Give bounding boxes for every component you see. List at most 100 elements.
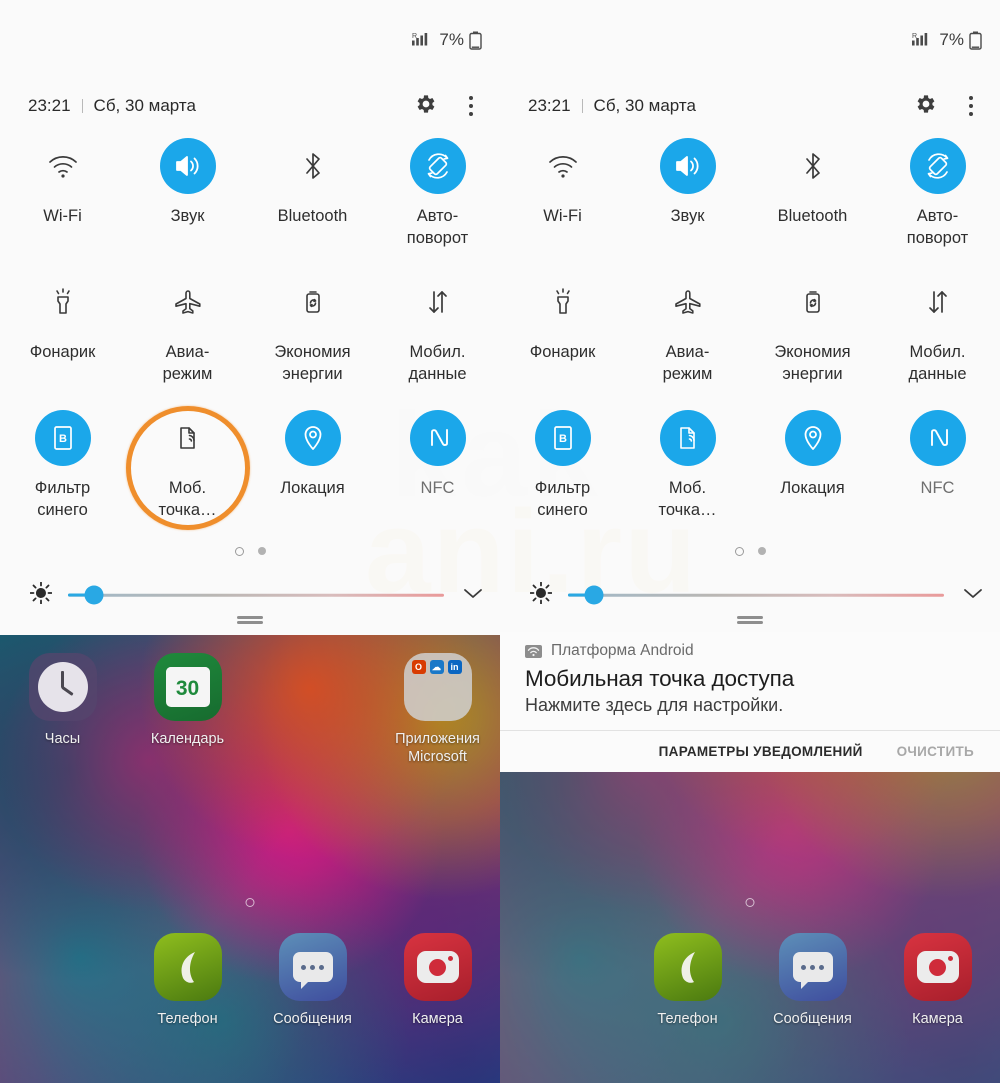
home-page-indicator[interactable] — [245, 898, 255, 907]
tile-flashlight[interactable]: Фонарик — [500, 268, 625, 404]
battery-percent-label: 7% — [439, 30, 464, 49]
notification-clear-button[interactable]: ОЧИСТИТЬ — [897, 744, 974, 759]
date-label: Сб, 30 марта — [93, 96, 196, 115]
tile-bluetooth[interactable]: Bluetooth — [250, 132, 375, 268]
slider-knob[interactable] — [584, 585, 604, 605]
hotspot-icon — [659, 410, 716, 466]
more-vertical-icon[interactable] — [960, 96, 982, 116]
tile-flashlight[interactable]: Фонарик — [0, 268, 125, 404]
tile-airplane-mode[interactable]: Авиа- режим — [625, 268, 750, 404]
tile-label: Авто- поворот — [406, 207, 469, 247]
app-messages[interactable]: Сообщения — [250, 933, 375, 1028]
tile-power-saving[interactable]: Экономия энергии — [750, 268, 875, 404]
hotspot-icon — [160, 410, 216, 466]
microsoft-apps-folder-icon: O ☁ in — [403, 653, 472, 721]
flashlight-icon — [35, 274, 91, 330]
page-dot-1[interactable] — [234, 546, 244, 556]
gear-icon[interactable] — [914, 92, 938, 121]
app-label: Часы — [44, 731, 81, 747]
wifi-icon — [535, 138, 591, 194]
app-camera[interactable]: Камера — [875, 933, 1000, 1028]
tile-mobile-data[interactable]: Мобил. данные — [875, 268, 1000, 404]
tile-airplane-mode[interactable]: Авиа- режим — [125, 268, 250, 404]
app-phone[interactable]: Телефон — [125, 933, 250, 1028]
app-microsoft-folder[interactable]: O ☁ in Приложения Microsoft — [375, 653, 500, 766]
app-slot-empty — [250, 653, 375, 766]
tile-auto-rotate[interactable]: Авто- поворот — [375, 132, 500, 268]
quick-settings-tiles-right: Wi-Fi Звук Bluetooth Авто- поворот Фонар… — [500, 132, 1000, 540]
page-dot-1[interactable] — [734, 546, 744, 556]
app-label: Телефон — [657, 1011, 718, 1027]
phone-app-icon — [653, 933, 722, 1001]
page-dot-2[interactable] — [757, 547, 766, 555]
bluetooth-icon — [285, 138, 341, 194]
chevron-down-icon[interactable] — [962, 586, 984, 605]
tile-blue-light-filter[interactable]: В Фильтр синего — [0, 404, 125, 540]
svg-text:В: В — [559, 433, 567, 445]
app-slot-empty — [500, 933, 625, 1028]
tile-mobile-hotspot[interactable]: Моб. точка… — [125, 404, 250, 540]
app-messages[interactable]: Сообщения — [750, 933, 875, 1028]
quick-settings-header: 23:21 Сб, 30 марта — [500, 88, 1000, 124]
slider-track — [68, 593, 444, 597]
tile-sound[interactable]: Звук — [125, 132, 250, 268]
tile-nfc[interactable]: NFC — [375, 404, 500, 540]
brightness-icon — [29, 581, 53, 609]
location-icon — [284, 410, 341, 466]
tile-label: NFC — [920, 479, 955, 497]
app-row-1: Часы 30 Календарь O ☁ in — [0, 653, 500, 766]
tile-nfc[interactable]: NFC — [875, 404, 1000, 540]
app-label: Приложения Microsoft — [395, 731, 480, 766]
divider — [81, 99, 83, 113]
app-label: Календарь — [150, 731, 225, 747]
battery-percent-label: 7% — [939, 30, 964, 49]
tile-label: Экономия энергии — [274, 343, 351, 383]
tile-label: Локация — [780, 479, 845, 497]
notification-title: Мобильная точка доступа — [525, 666, 795, 691]
tile-sound[interactable]: Звук — [625, 132, 750, 268]
tile-label: Wi-Fi — [543, 207, 582, 225]
notification-card[interactable]: Платформа Android Мобильная точка доступ… — [500, 632, 1000, 772]
tile-bluetooth[interactable]: Bluetooth — [750, 132, 875, 268]
slider-track — [568, 593, 944, 597]
camera-app-icon — [403, 933, 472, 1001]
shade-drag-handle[interactable] — [737, 616, 763, 624]
chevron-down-icon[interactable] — [462, 586, 484, 605]
linkedin-icon: in — [447, 660, 462, 674]
shade-drag-handle[interactable] — [237, 616, 263, 624]
tile-wifi[interactable]: Wi-Fi — [0, 132, 125, 268]
clock-app-icon — [28, 653, 97, 721]
tile-label: Авиа- режим — [662, 343, 713, 383]
notification-app-row: Платформа Android — [525, 642, 980, 660]
blue-filter-icon: В — [34, 410, 91, 466]
calendar-app-icon: 30 — [153, 653, 222, 721]
app-camera[interactable]: Камера — [375, 933, 500, 1028]
more-vertical-icon[interactable] — [460, 96, 482, 116]
sound-icon — [159, 138, 216, 194]
app-label: Сообщения — [773, 1011, 852, 1027]
tile-wifi[interactable]: Wi-Fi — [500, 132, 625, 268]
tile-mobile-data[interactable]: Мобил. данные — [375, 268, 500, 404]
tile-mobile-hotspot[interactable]: Моб. точка… — [625, 404, 750, 540]
blue-filter-icon: В — [534, 410, 591, 466]
page-dot-2[interactable] — [257, 547, 266, 555]
tile-auto-rotate[interactable]: Авто- поворот — [875, 132, 1000, 268]
app-clock[interactable]: Часы — [0, 653, 125, 766]
brightness-slider[interactable] — [68, 583, 444, 607]
tile-label: Локация — [280, 479, 345, 497]
app-label: Камера — [912, 1011, 963, 1027]
slider-knob[interactable] — [84, 585, 104, 605]
brightness-slider[interactable] — [568, 583, 944, 607]
app-phone[interactable]: Телефон — [625, 933, 750, 1028]
app-calendar[interactable]: 30 Календарь — [125, 653, 250, 766]
home-page-indicator[interactable] — [745, 898, 755, 907]
tile-blue-light-filter[interactable]: В Фильтр синего — [500, 404, 625, 540]
notification-settings-button[interactable]: ПАРАМЕТРЫ УВЕДОМЛЕНИЙ — [659, 744, 863, 759]
tile-location[interactable]: Локация — [750, 404, 875, 540]
tile-location[interactable]: Локация — [250, 404, 375, 540]
flashlight-icon — [535, 274, 591, 330]
clock-time: 23:21 — [28, 96, 71, 115]
tile-power-saving[interactable]: Экономия энергии — [250, 268, 375, 404]
app-row-2: Телефон Сообщения Камера — [500, 933, 1000, 1028]
gear-icon[interactable] — [414, 92, 438, 121]
